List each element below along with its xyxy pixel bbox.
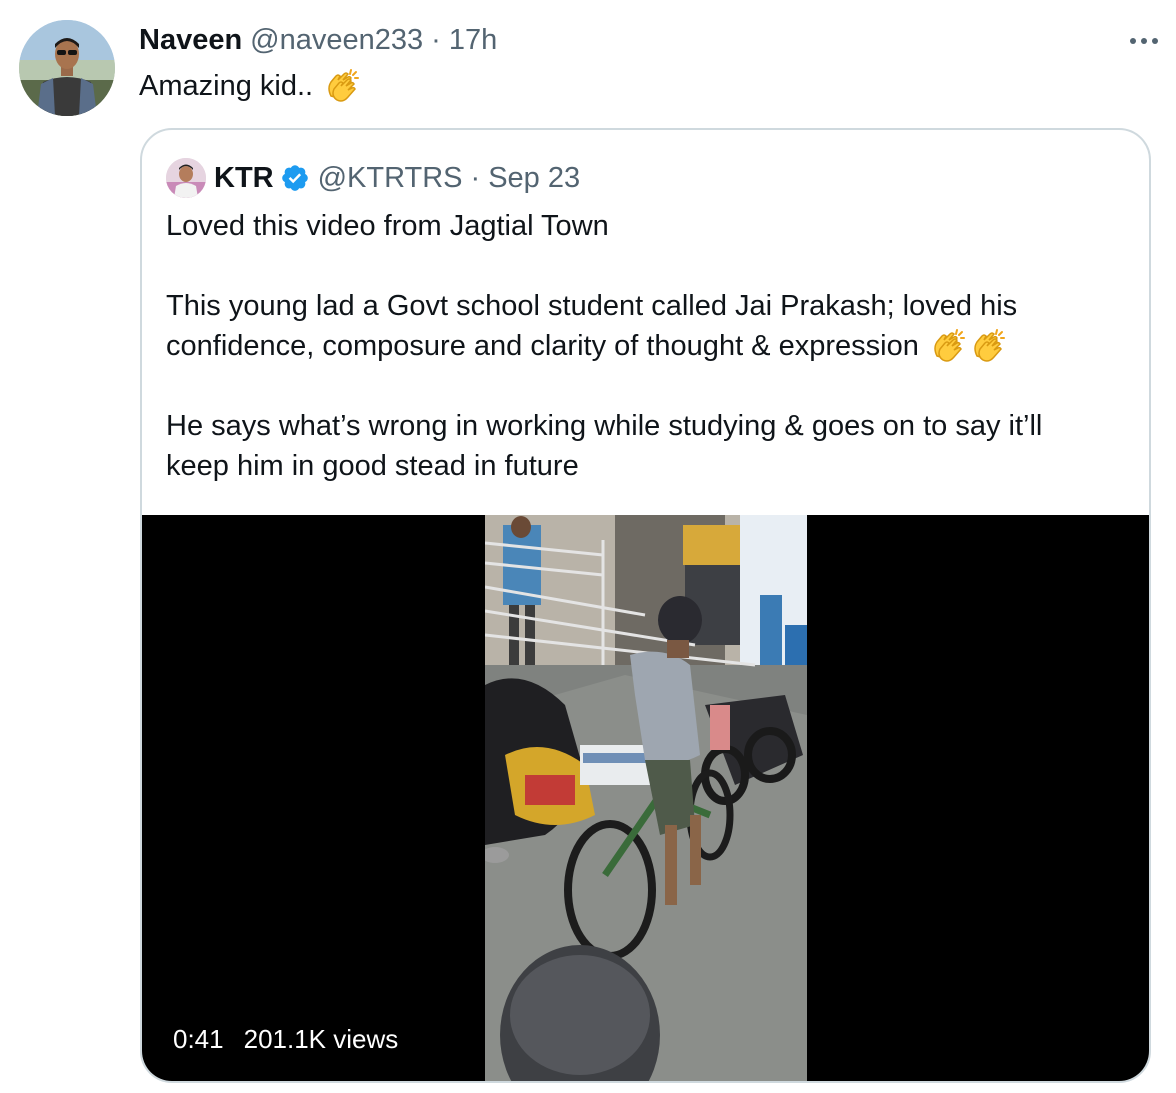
author-name[interactable]: Naveen — [139, 24, 242, 57]
author-handle[interactable]: @naveen233 — [250, 24, 423, 57]
quoted-text-line: This young lad a Govt school student cal… — [166, 290, 1018, 322]
quoted-tweet-text: Loved this video from Jagtial Town This … — [166, 206, 1126, 486]
quoted-date[interactable]: Sep 23 — [488, 162, 580, 195]
quoted-tweet-header: KTR @KTRTRS · Sep 23 — [166, 158, 580, 198]
video-views: 201.1K views — [243, 1024, 399, 1054]
quoted-author-avatar[interactable] — [166, 158, 206, 198]
separator-dot: · — [431, 24, 441, 56]
quoted-separator-dot: · — [470, 161, 481, 194]
author-avatar-image — [19, 20, 115, 116]
tweet-timestamp[interactable]: 17h — [449, 24, 497, 57]
clapping-hands-icon — [328, 69, 360, 102]
verified-badge-icon — [281, 165, 308, 191]
more-icon[interactable] — [1130, 38, 1158, 44]
quoted-text-line: keep him in good stead in future — [166, 450, 579, 482]
clapping-hands-icon — [934, 329, 965, 362]
tweet[interactable]: Naveen @naveen233 · 17h Amazing kid.. KT… — [0, 0, 1176, 1093]
tweet-header: Naveen @naveen233 · 17h — [139, 24, 497, 56]
tweet-text: Amazing kid.. — [139, 66, 361, 106]
quoted-text-line: confidence, composure and clarity of tho… — [166, 330, 919, 362]
quoted-text-line: He says what’s wrong in working while st… — [166, 410, 1043, 442]
video-duration: 0:41 — [173, 1024, 224, 1054]
quoted-author-avatar-image — [166, 158, 206, 198]
tweet-text-content: Amazing kid.. — [139, 70, 314, 102]
quoted-text-line-with-emoji: confidence, composure and clarity of tho… — [166, 326, 1126, 366]
quoted-text-line: Loved this video from Jagtial Town — [166, 210, 609, 242]
quoted-author-name[interactable]: KTR — [214, 162, 274, 195]
clapping-hands-icon — [974, 329, 1005, 362]
quoted-author-handle[interactable]: @KTRTRS — [318, 162, 463, 195]
quoted-tweet[interactable]: KTR @KTRTRS · Sep 23 Loved this video fr… — [140, 128, 1151, 1083]
video-player[interactable]: 0:41 201.1K views — [142, 515, 1149, 1081]
video-frame — [485, 515, 807, 1081]
author-avatar[interactable] — [19, 20, 115, 116]
video-meta: 0:41 201.1K views — [173, 1024, 398, 1055]
video-thumbnail — [485, 515, 807, 1081]
